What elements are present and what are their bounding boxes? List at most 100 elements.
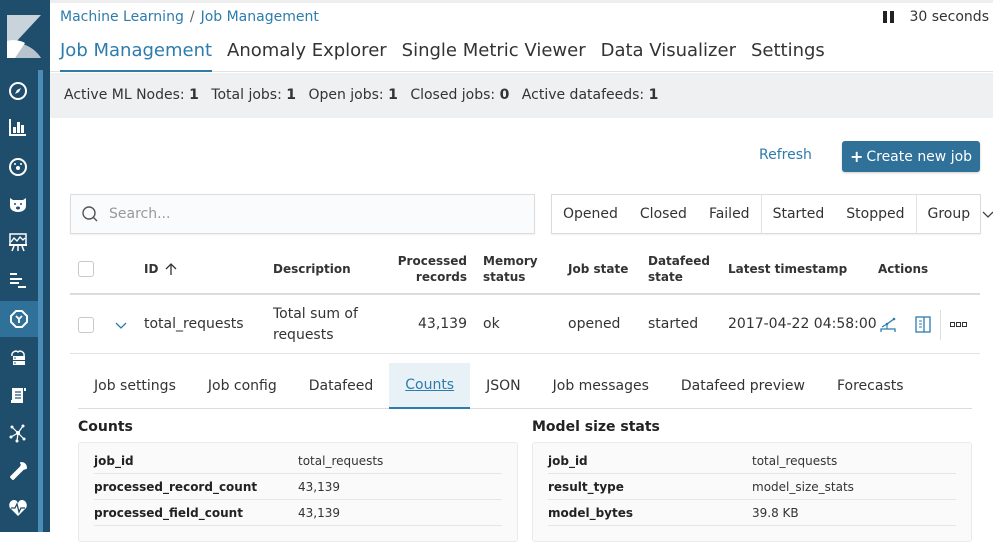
column-header-job-state[interactable]: Job state bbox=[568, 245, 628, 293]
bear-icon bbox=[8, 194, 28, 214]
sidebar-item-dev-tools[interactable] bbox=[0, 453, 36, 489]
job-id: total_requests bbox=[144, 296, 244, 353]
chevron-down-icon bbox=[114, 320, 128, 330]
tab-job-settings[interactable]: Job settings bbox=[78, 363, 192, 409]
column-header-memory-status[interactable]: Memorystatus bbox=[483, 245, 538, 293]
sidebar-item-canvas[interactable] bbox=[0, 224, 36, 260]
model-stats-row: result_typemodel_size_stats bbox=[548, 474, 956, 500]
kibana-logo[interactable] bbox=[7, 15, 41, 58]
breadcrumb: Machine Learning/Job Management bbox=[60, 9, 319, 25]
memory-status: ok bbox=[483, 296, 500, 353]
more-actions-button[interactable] bbox=[940, 310, 968, 340]
sidebar bbox=[0, 0, 50, 532]
table-view-icon bbox=[915, 316, 931, 333]
heartbeat-icon bbox=[8, 498, 28, 518]
model-stats-row: model_bytes39.8 KB bbox=[548, 500, 956, 526]
expand-row-button[interactable] bbox=[114, 296, 128, 353]
tab-anomaly-explorer[interactable]: Anomaly Explorer bbox=[227, 34, 387, 72]
column-header-id[interactable]: ID bbox=[144, 245, 178, 293]
row-checkbox[interactable] bbox=[78, 317, 94, 333]
tab-counts[interactable]: Counts bbox=[389, 363, 470, 409]
filter-opened[interactable]: Opened bbox=[552, 206, 629, 222]
sidebar-item-discover[interactable] bbox=[0, 73, 36, 109]
sidebar-scroll-indicator bbox=[38, 70, 43, 532]
breadcrumb-machine-learning[interactable]: Machine Learning bbox=[60, 9, 184, 25]
main-tabs: Job Management Anomaly Explorer Single M… bbox=[50, 34, 993, 72]
tab-single-metric-viewer[interactable]: Single Metric Viewer bbox=[402, 34, 586, 72]
main-content: Machine Learning/Job Management 30 secon… bbox=[50, 0, 993, 532]
sidebar-item-machine-learning[interactable] bbox=[0, 301, 38, 337]
more-options-icon bbox=[950, 322, 968, 328]
column-header-datafeed-state[interactable]: Datafeedstate bbox=[648, 245, 710, 293]
tab-json[interactable]: JSON bbox=[470, 363, 537, 409]
stat-value: 1 bbox=[388, 87, 398, 103]
tab-forecasts[interactable]: Forecasts bbox=[821, 363, 920, 409]
tab-datafeed-preview[interactable]: Datafeed preview bbox=[665, 363, 821, 409]
group-filter-dropdown[interactable]: Group bbox=[917, 195, 993, 233]
sidebar-item-visualize[interactable] bbox=[0, 109, 36, 145]
refresh-interval[interactable]: 30 seconds bbox=[910, 9, 990, 25]
tab-datafeed[interactable]: Datafeed bbox=[293, 363, 389, 409]
view-results-button[interactable] bbox=[880, 296, 896, 353]
sidebar-item-timelion[interactable] bbox=[0, 186, 36, 222]
pause-icon[interactable] bbox=[883, 11, 894, 23]
filter-closed[interactable]: Closed bbox=[629, 206, 698, 222]
chart-line-icon bbox=[880, 317, 896, 333]
filter-started[interactable]: Started bbox=[762, 206, 836, 222]
plus-icon: + bbox=[850, 147, 863, 166]
sidebar-item-apm[interactable] bbox=[0, 262, 36, 298]
job-state: opened bbox=[568, 296, 620, 353]
column-header-latest-timestamp[interactable]: Latest timestamp bbox=[728, 245, 847, 293]
stat-value: 0 bbox=[500, 87, 510, 103]
select-all-checkbox[interactable] bbox=[78, 261, 94, 277]
stat-value: 1 bbox=[286, 87, 296, 103]
timeline-bars-icon bbox=[8, 270, 28, 290]
sidebar-item-graph[interactable] bbox=[0, 415, 36, 451]
sidebar-item-monitoring[interactable] bbox=[0, 490, 36, 526]
model-size-stats-title: Model size stats bbox=[532, 419, 660, 435]
tab-job-messages[interactable]: Job messages bbox=[537, 363, 665, 409]
stat-label: Total jobs: bbox=[211, 87, 282, 103]
sidebar-item-dashboard[interactable] bbox=[0, 149, 36, 185]
model-size-stats-panel: job_idtotal_requests result_typemodel_si… bbox=[532, 442, 972, 542]
refresh-button[interactable]: Refresh bbox=[759, 147, 812, 163]
datafeed-state: started bbox=[648, 296, 698, 353]
counts-row: processed_record_count43,139 bbox=[94, 474, 502, 500]
job-detail-tabs: Job settings Job config Datafeed Counts … bbox=[78, 363, 972, 409]
stat-value: 1 bbox=[649, 87, 659, 103]
sidebar-item-logs[interactable] bbox=[0, 377, 36, 413]
sidebar-item-infrastructure[interactable] bbox=[0, 339, 36, 375]
single-metric-viewer-button[interactable] bbox=[915, 296, 931, 353]
breadcrumb-job-management[interactable]: Job Management bbox=[201, 9, 319, 25]
stats-bar: Active ML Nodes: 1 Total jobs: 1 Open jo… bbox=[50, 73, 993, 118]
stat-value: 1 bbox=[189, 87, 199, 103]
tab-job-config[interactable]: Job config bbox=[192, 363, 293, 409]
stat-label: Active ML Nodes: bbox=[64, 87, 185, 103]
processed-records: 43,139 bbox=[398, 296, 467, 353]
stat-label: Open jobs: bbox=[308, 87, 383, 103]
sort-ascending-icon bbox=[164, 262, 178, 276]
counts-row: job_idtotal_requests bbox=[94, 448, 502, 474]
tab-job-management[interactable]: Job Management bbox=[60, 34, 212, 72]
create-new-job-button[interactable]: + Create new job bbox=[842, 141, 980, 172]
counts-panel: job_idtotal_requests processed_record_co… bbox=[78, 442, 518, 542]
presentation-icon bbox=[8, 232, 28, 252]
filter-bar: Opened Closed Failed Started Stopped Gro… bbox=[551, 194, 981, 234]
search-icon bbox=[81, 205, 99, 223]
tab-settings[interactable]: Settings bbox=[751, 34, 825, 72]
tab-data-visualizer[interactable]: Data Visualizer bbox=[601, 34, 736, 72]
filter-stopped[interactable]: Stopped bbox=[835, 206, 915, 222]
cloud-servers-icon bbox=[8, 347, 28, 367]
counts-row: processed_field_count43,139 bbox=[94, 500, 502, 526]
table-row: total_requests Total sum ofrequests 43,1… bbox=[70, 296, 980, 354]
column-header-description[interactable]: Description bbox=[273, 245, 351, 293]
column-header-processed-records[interactable]: Processedrecords bbox=[398, 245, 467, 293]
filter-failed[interactable]: Failed bbox=[698, 206, 761, 222]
gauge-icon bbox=[8, 157, 28, 177]
stat-label: Active datafeeds: bbox=[522, 87, 644, 103]
wrench-icon bbox=[8, 461, 28, 481]
search-input[interactable]: Search... bbox=[70, 194, 535, 234]
compass-icon bbox=[8, 81, 28, 101]
auto-refresh-control: 30 seconds bbox=[883, 9, 990, 25]
jobs-table-header: ID Description Processedrecords Memoryst… bbox=[70, 245, 980, 295]
